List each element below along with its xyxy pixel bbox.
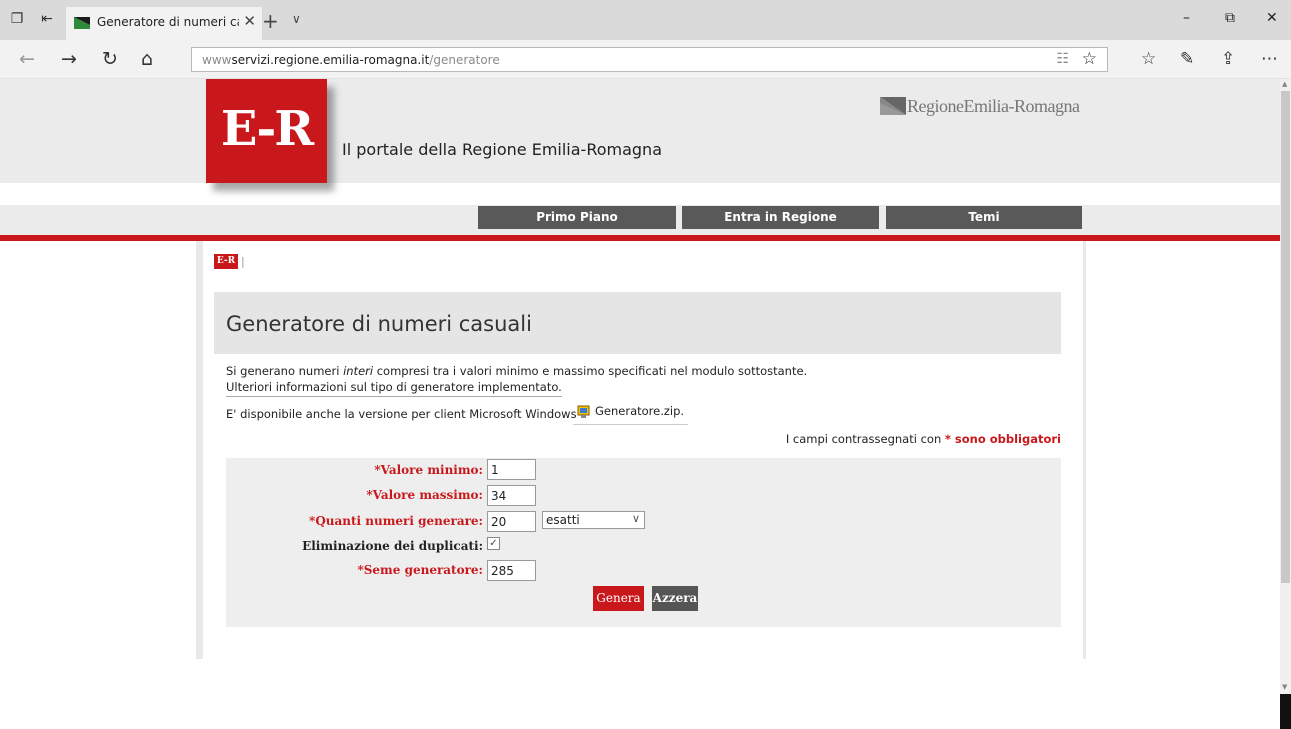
region-flag-icon [880, 97, 906, 115]
refresh-icon[interactable]: ↻ [102, 49, 118, 69]
menu-item-entra-in-regione[interactable]: Entra in Regione [682, 206, 879, 229]
tab-preview-icon[interactable]: ❐ [8, 10, 26, 28]
new-tab-icon[interactable]: + [262, 9, 279, 33]
min-value-label: *Valore minimo: [374, 463, 483, 477]
windows-version-text: E' disponibile anche la versione per cli… [226, 407, 577, 421]
page-title-box: Generatore di numeri casuali [214, 292, 1061, 354]
chevron-down-icon: ∨ [631, 512, 640, 525]
count-input[interactable]: 20 [487, 511, 536, 532]
tab-generatore[interactable]: Generatore di numeri ca ✕ [66, 7, 262, 40]
address-bar[interactable]: wwwservizi.regione.emilia-romagna.it/gen… [191, 47, 1108, 72]
pen-notes-icon[interactable]: ✎ [1180, 49, 1194, 69]
address-url: wwwservizi.regione.emilia-romagna.it/gen… [202, 53, 500, 67]
scrollbar-thumb[interactable] [1281, 91, 1290, 583]
browser-tab-bar: ❐ ⇤ Generatore di numeri ca ✕ + ∨ – ⧉ ✕ [0, 0, 1291, 40]
max-value-input[interactable]: 34 [487, 485, 536, 506]
tab-list-chevron-icon[interactable]: ∨ [292, 12, 301, 26]
info-link[interactable]: Ulteriori informazioni sul tipo di gener… [226, 380, 562, 397]
scroll-down-arrow-icon[interactable]: ▼ [1282, 683, 1287, 691]
reset-button[interactable]: Azzera [652, 586, 698, 611]
scroll-up-arrow-icon[interactable]: ▲ [1282, 80, 1287, 88]
page-scrollbar[interactable]: ▲ ▼ [1280, 79, 1291, 729]
count-mode-select[interactable]: esatti ∨ [542, 511, 645, 529]
site-header [0, 79, 1280, 183]
forward-arrow-icon[interactable]: → [61, 49, 77, 69]
scrollbar-corner [1280, 694, 1291, 729]
count-mode-value: esatti [546, 513, 580, 527]
required-fields-note: I campi contrassegnati con * sono obblig… [785, 432, 1061, 446]
content-border-right [1083, 241, 1086, 659]
restore-icon[interactable]: ⧉ [1225, 10, 1235, 26]
zip-archive-icon [577, 405, 590, 418]
menu-item-temi[interactable]: Temi [886, 206, 1082, 229]
share-icon[interactable]: ⇪ [1221, 49, 1235, 69]
region-flag-icon [74, 17, 90, 29]
region-logo-text: RegioneEmilia-Romagna [907, 96, 1080, 116]
favorite-star-icon[interactable]: ☆ [1082, 49, 1097, 69]
menu-item-primo-piano[interactable]: Primo Piano [478, 206, 676, 229]
tab-close-icon[interactable]: ✕ [243, 12, 256, 30]
reading-view-icon[interactable]: ☷ [1056, 51, 1069, 67]
breadcrumb-separator: | [241, 255, 245, 268]
back-arrow-icon[interactable]: ← [19, 49, 35, 69]
max-value-label: *Valore massimo: [366, 488, 483, 502]
seed-label: *Seme generatore: [357, 563, 483, 577]
min-value-input[interactable]: 1 [487, 459, 536, 480]
portal-title: Il portale della Regione Emilia-Romagna [342, 140, 662, 159]
seed-input[interactable]: 285 [487, 560, 536, 581]
page-title: Generatore di numeri casuali [226, 312, 532, 336]
home-icon[interactable]: ⌂ [141, 49, 153, 69]
generator-form: *Valore minimo: *Valore massimo: *Quanti… [226, 458, 1061, 627]
zip-download-link[interactable]: Generatore.zip. [573, 404, 689, 425]
favorites-list-icon[interactable]: ☆ [1141, 49, 1156, 69]
dedup-checkbox[interactable]: ✓ [487, 537, 500, 550]
header-red-divider [0, 235, 1280, 241]
description-text: Si generano numeri interi compresi tra i… [226, 364, 808, 378]
content-border-left [196, 241, 203, 659]
dedup-label: Eliminazione dei duplicati: [302, 539, 483, 553]
close-window-icon[interactable]: ✕ [1266, 10, 1278, 26]
form-labels: *Valore minimo: *Valore massimo: *Quanti… [226, 458, 483, 627]
browser-nav-bar: ← → ↻ ⌂ wwwservizi.regione.emilia-romagn… [0, 40, 1291, 79]
set-aside-tabs-icon[interactable]: ⇤ [38, 10, 56, 28]
generate-button[interactable]: Genera [593, 586, 644, 611]
breadcrumb-home[interactable]: E-R [214, 254, 238, 269]
more-menu-icon[interactable]: ⋯ [1261, 49, 1278, 69]
er-logo[interactable]: E-R [206, 79, 327, 183]
minimize-icon[interactable]: – [1183, 10, 1190, 26]
tab-title: Generatore di numeri ca [97, 15, 239, 29]
count-label: *Quanti numeri generare: [309, 514, 483, 528]
